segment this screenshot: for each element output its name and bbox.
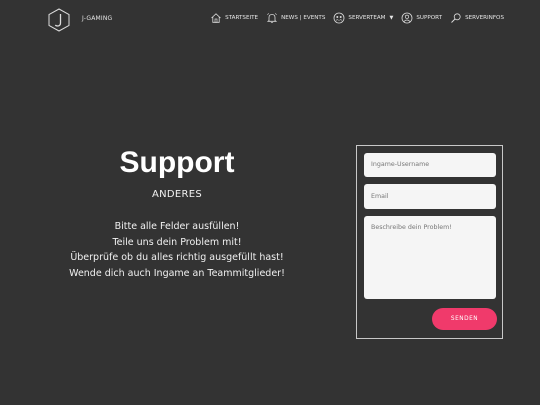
team-icon — [333, 12, 345, 24]
support-category: ANDERES — [151, 189, 203, 200]
send-button[interactable]: SENDEN — [432, 308, 497, 330]
instruction-line: Wende dich auch Ingame an Teammitglieder… — [69, 267, 285, 279]
page-title: Support — [119, 146, 235, 179]
support-info: Support ANDERES Bitte alle Felder ausfül… — [52, 146, 302, 281]
main-nav: STARTSEITE NEWS | EVENTS SERVERTEAM ▼ SU… — [210, 12, 504, 24]
support-instructions: Bitte alle Felder ausfüllen! Teile uns d… — [52, 219, 302, 281]
site-header: J-GAMING STARTSEITE NEWS | EVENTS SERVER… — [0, 0, 540, 40]
instruction-line: Überprüfe ob du alles richtig ausgefüllt… — [70, 252, 284, 263]
user-circle-icon — [401, 12, 413, 24]
username-input[interactable]: Ingame-Username — [364, 153, 496, 177]
j-hexagon-logo-icon[interactable] — [48, 8, 70, 32]
chevron-down-icon: ▼ — [389, 15, 394, 21]
support-form: Ingame-Username Email Beschreibe dein Pr… — [356, 145, 503, 339]
home-icon — [211, 13, 221, 23]
nav-item-news-events[interactable]: NEWS | EVENTS — [266, 12, 325, 24]
nav-item-label: SERVERTEAM — [348, 15, 386, 21]
bell-icon — [266, 13, 278, 24]
email-input[interactable]: Email — [364, 184, 496, 209]
instruction-line: Bitte alle Felder ausfüllen! — [114, 221, 240, 232]
nav-item-label: NEWS | EVENTS — [281, 15, 326, 21]
nav-item-support[interactable]: SUPPORT — [401, 12, 442, 24]
nav-item-label: SERVERINFOS — [465, 15, 504, 21]
nav-item-label: STARTSEITE — [225, 15, 259, 21]
instruction-line: Teile uns dein Problem mit! — [112, 236, 242, 248]
nav-item-label: SUPPORT — [416, 15, 443, 21]
nav-item-startseite[interactable]: STARTSEITE — [210, 12, 258, 24]
search-icon — [451, 13, 461, 23]
nav-item-serverinfos[interactable]: SERVERINFOS — [450, 12, 504, 24]
brand-name[interactable]: J-GAMING — [82, 15, 112, 22]
nav-item-serverteam[interactable]: SERVERTEAM ▼ — [333, 12, 393, 24]
problem-textarea[interactable]: Beschreibe dein Problem! — [364, 216, 496, 299]
